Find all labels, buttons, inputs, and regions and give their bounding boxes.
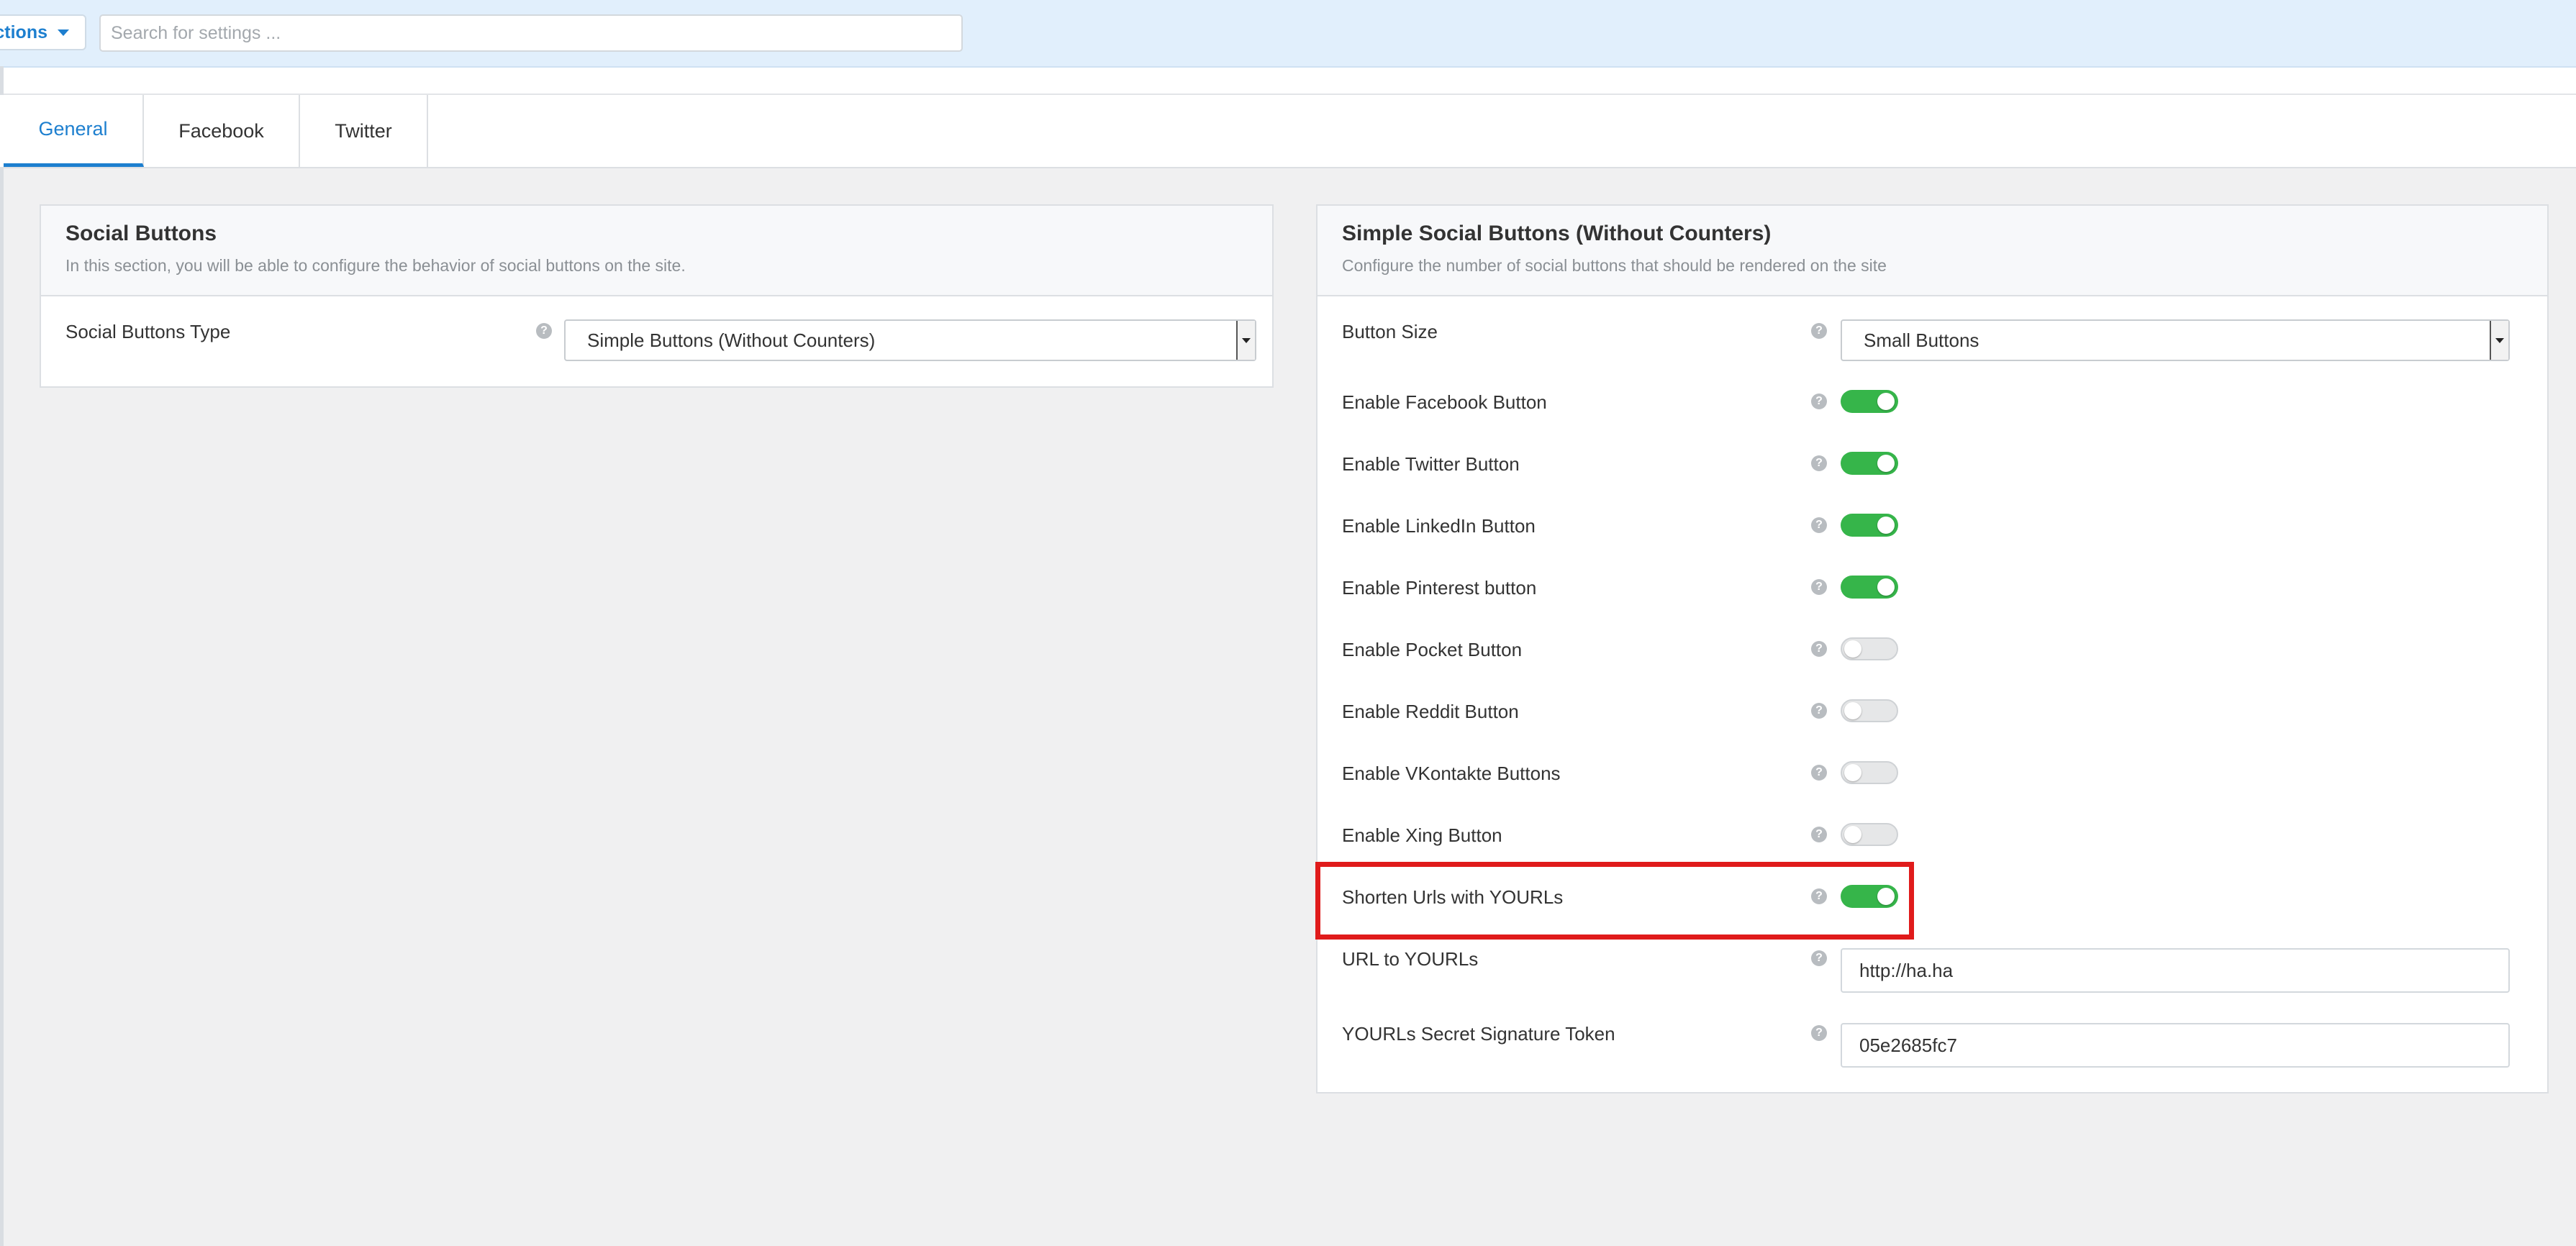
help-icon[interactable]: ? [1811,641,1827,657]
yourls-toggle[interactable] [1841,885,1898,908]
pocket-toggle[interactable] [1841,637,1898,660]
help-icon[interactable]: ? [1811,394,1827,409]
linkedin-toggle[interactable] [1841,514,1898,537]
social-buttons-panel: Social Buttons In this section, you will… [40,204,1274,388]
social-buttons-type-value: Simple Buttons (Without Counters) [587,329,876,351]
help-icon[interactable]: ? [1811,765,1827,781]
dropdown-arrow-icon [1236,321,1255,360]
dropdown-arrow-icon [2490,321,2508,360]
help-icon[interactable]: ? [1811,1025,1827,1041]
toggle-knob [1844,826,1861,843]
yourls-url-label: URL to YOURLs [1342,948,1479,970]
left-edge-divider [0,66,4,1246]
toggle-label-yourls: Shorten Urls with YOURLs [1342,886,1564,908]
toggle-knob [1844,702,1861,719]
top-bar: ctions [0,0,2576,68]
tab-facebook[interactable]: Facebook [144,95,300,167]
button-size-label: Button Size [1342,321,1438,342]
panel-description: In this section, you will be able to con… [65,256,686,275]
panel-header: Simple Social Buttons (Without Counters)… [1318,206,2547,296]
social-buttons-type-select[interactable]: Simple Buttons (Without Counters) [564,319,1256,361]
toggle-knob [1877,578,1895,596]
yourls-token-input[interactable] [1841,1023,2510,1068]
help-icon[interactable]: ? [1811,323,1827,339]
social-buttons-type-label: Social Buttons Type [65,321,231,342]
panel-description: Configure the number of social buttons t… [1342,256,1887,275]
tab-general-label: General [38,118,108,140]
toggle-knob [1877,455,1895,472]
toggle-label-reddit: Enable Reddit Button [1342,701,1519,722]
toggle-knob [1877,888,1895,905]
pinterest-toggle[interactable] [1841,576,1898,599]
button-size-select[interactable]: Small Buttons [1841,319,2510,361]
twitter-toggle[interactable] [1841,452,1898,475]
vkontakte-toggle[interactable] [1841,761,1898,784]
help-icon[interactable]: ? [1811,517,1827,533]
caret-down-icon [58,29,69,36]
sections-label: ctions [0,22,47,42]
toggle-knob [1877,517,1895,534]
top-strip [0,68,2576,95]
yourls-token-label: YOURLs Secret Signature Token [1342,1023,1615,1045]
toggle-label-twitter: Enable Twitter Button [1342,453,1520,475]
toggle-label-xing: Enable Xing Button [1342,824,1502,846]
help-icon[interactable]: ? [536,323,552,339]
panel-title: Simple Social Buttons (Without Counters) [1342,222,1772,245]
toggle-label-linkedin: Enable LinkedIn Button [1342,515,1536,537]
toggle-label-pocket: Enable Pocket Button [1342,639,1523,660]
toggle-label-facebook: Enable Facebook Button [1342,391,1547,413]
toggle-label-vkontakte: Enable VKontakte Buttons [1342,763,1561,784]
panel-title: Social Buttons [65,222,217,245]
settings-search-input[interactable] [99,14,963,52]
tab-bar: General Facebook Twitter [0,95,2576,168]
yourls-url-input[interactable] [1841,948,2510,993]
panel-header: Social Buttons In this section, you will… [41,206,1272,296]
simple-social-buttons-panel: Simple Social Buttons (Without Counters)… [1316,204,2549,1093]
tab-facebook-label: Facebook [178,119,264,142]
help-icon[interactable]: ? [1811,703,1827,719]
help-icon[interactable]: ? [1811,827,1827,842]
reddit-toggle[interactable] [1841,699,1898,722]
help-icon[interactable]: ? [1811,950,1827,966]
sections-dropdown-button[interactable]: ctions [0,14,86,50]
toggle-knob [1844,764,1861,781]
toggle-knob [1844,640,1861,658]
tab-twitter-label: Twitter [335,119,392,142]
facebook-toggle[interactable] [1841,390,1898,413]
help-icon[interactable]: ? [1811,455,1827,471]
button-size-value: Small Buttons [1864,329,1979,351]
help-icon[interactable]: ? [1811,888,1827,904]
xing-toggle[interactable] [1841,823,1898,846]
toggle-knob [1877,393,1895,410]
tab-twitter[interactable]: Twitter [300,95,428,167]
toggle-label-pinterest: Enable Pinterest button [1342,577,1537,599]
tab-general[interactable]: General [4,95,144,167]
help-icon[interactable]: ? [1811,579,1827,595]
